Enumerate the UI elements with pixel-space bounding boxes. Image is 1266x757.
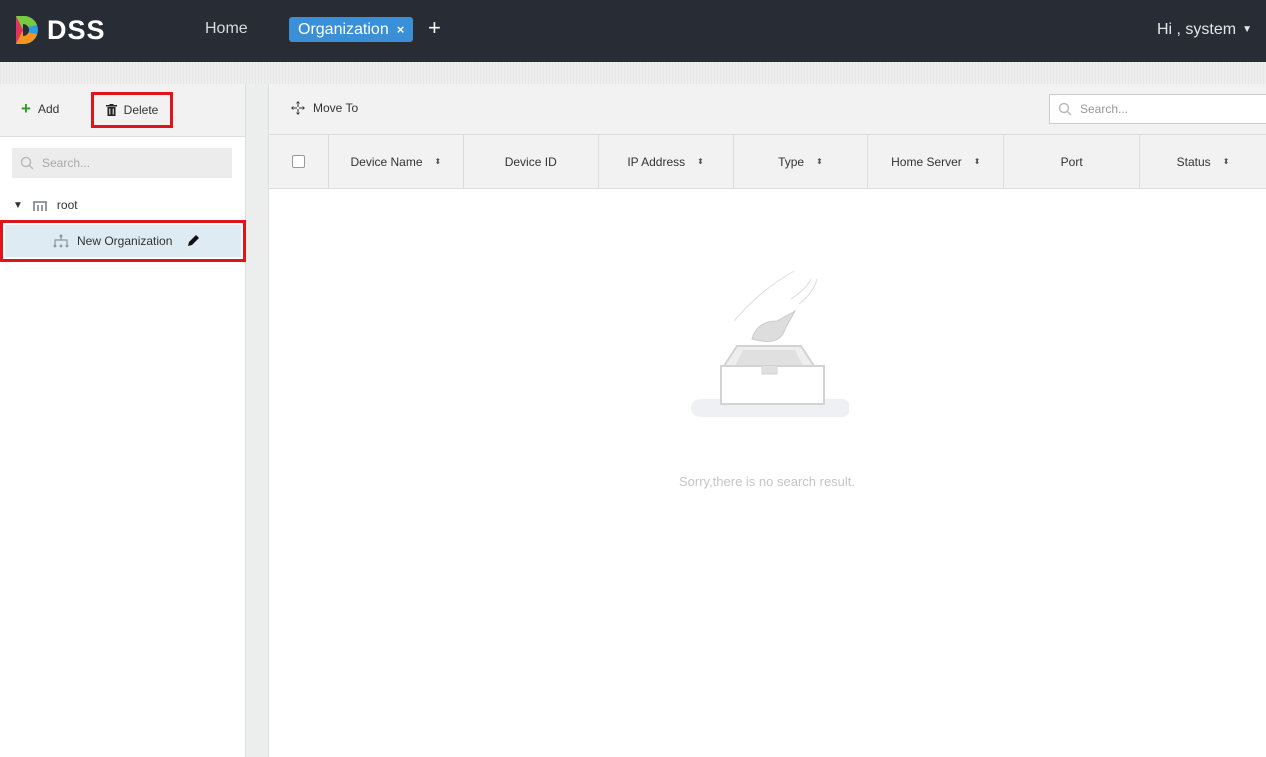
- trash-icon: [105, 104, 117, 116]
- search-placeholder: Search...: [42, 156, 91, 170]
- organization-icon: [33, 201, 47, 211]
- tab-label: Organization: [298, 20, 389, 38]
- search-icon: [20, 156, 34, 170]
- device-panel: Move To Search... Device Name ⬍ Device ID…: [268, 84, 1266, 757]
- dss-logo-icon: [16, 16, 38, 44]
- tree-node-new-organization[interactable]: New Organization: [0, 220, 246, 262]
- empty-state-message: Sorry,there is no search result.: [678, 474, 856, 489]
- sort-icon[interactable]: ⬍: [1223, 157, 1230, 166]
- column-type[interactable]: Type ⬍: [734, 135, 869, 188]
- search-icon: [1058, 102, 1072, 116]
- plus-icon: +: [21, 99, 31, 118]
- tree-search-input[interactable]: Search...: [12, 148, 232, 178]
- tab-organization[interactable]: Organization ×: [289, 17, 414, 42]
- pencil-icon[interactable]: [186, 234, 200, 248]
- root-label: root: [56, 198, 78, 212]
- caret-down-icon[interactable]: ▼: [13, 200, 23, 211]
- device-toolbar: Move To Search...: [269, 84, 1266, 135]
- column-label: IP Address: [627, 154, 686, 169]
- column-label: Home Server: [891, 154, 962, 169]
- sort-icon[interactable]: ⬍: [816, 157, 823, 166]
- organization-tree-panel: + Add Delete Search... ▼ root New Organiz…: [0, 84, 246, 757]
- column-label: Type: [778, 154, 805, 169]
- logo: DSS: [14, 14, 106, 46]
- nav-home[interactable]: Home: [205, 20, 248, 38]
- move-icon: [291, 101, 305, 115]
- column-device-id: Device ID: [464, 135, 599, 188]
- column-label: Port: [1060, 154, 1083, 169]
- chevron-down-icon: ▼: [1242, 24, 1252, 36]
- sort-icon[interactable]: ⬍: [697, 157, 704, 166]
- column-label: Device ID: [504, 154, 557, 169]
- add-button[interactable]: + Add: [21, 99, 60, 118]
- delete-label: Delete: [123, 103, 159, 117]
- node-label: New Organization: [77, 234, 173, 248]
- select-all-checkbox[interactable]: [269, 135, 329, 188]
- empty-box-illustration: [691, 270, 849, 417]
- org-node-icon: [53, 234, 69, 248]
- tree-toolbar: + Add Delete: [0, 84, 245, 137]
- sort-icon[interactable]: ⬍: [974, 157, 981, 166]
- sort-icon[interactable]: ⬍: [435, 157, 442, 166]
- column-label: Status: [1176, 154, 1211, 169]
- add-tab-button[interactable]: +: [428, 15, 441, 41]
- add-label: Add: [37, 102, 60, 116]
- top-bar: DSS Home Organization × + Hi , system ▼: [0, 0, 1266, 62]
- column-home-server[interactable]: Home Server ⬍: [868, 135, 1005, 188]
- delete-button[interactable]: Delete: [91, 92, 173, 128]
- column-device-name[interactable]: Device Name ⬍: [329, 135, 464, 188]
- column-ip-address[interactable]: IP Address ⬍: [599, 135, 734, 188]
- user-greeting: Hi , system: [1156, 21, 1237, 38]
- close-icon[interactable]: ×: [397, 22, 405, 37]
- checkbox[interactable]: [291, 155, 305, 168]
- column-status[interactable]: Status ⬍: [1140, 135, 1266, 188]
- column-label: Device Name: [350, 154, 423, 169]
- tree-node-root[interactable]: ▼ root: [13, 198, 78, 212]
- user-menu[interactable]: Hi , system ▼: [1157, 21, 1252, 39]
- divider-strip: [0, 62, 1266, 84]
- move-to-button[interactable]: Move To: [291, 101, 358, 115]
- logo-text: DSS: [47, 14, 106, 45]
- search-placeholder: Search...: [1080, 102, 1129, 116]
- table-header: Device Name ⬍ Device ID IP Address ⬍ Type ⬍…: [269, 135, 1266, 189]
- move-to-label: Move To: [313, 101, 359, 115]
- column-port: Port: [1004, 135, 1141, 188]
- device-search-input[interactable]: Search...: [1049, 94, 1266, 124]
